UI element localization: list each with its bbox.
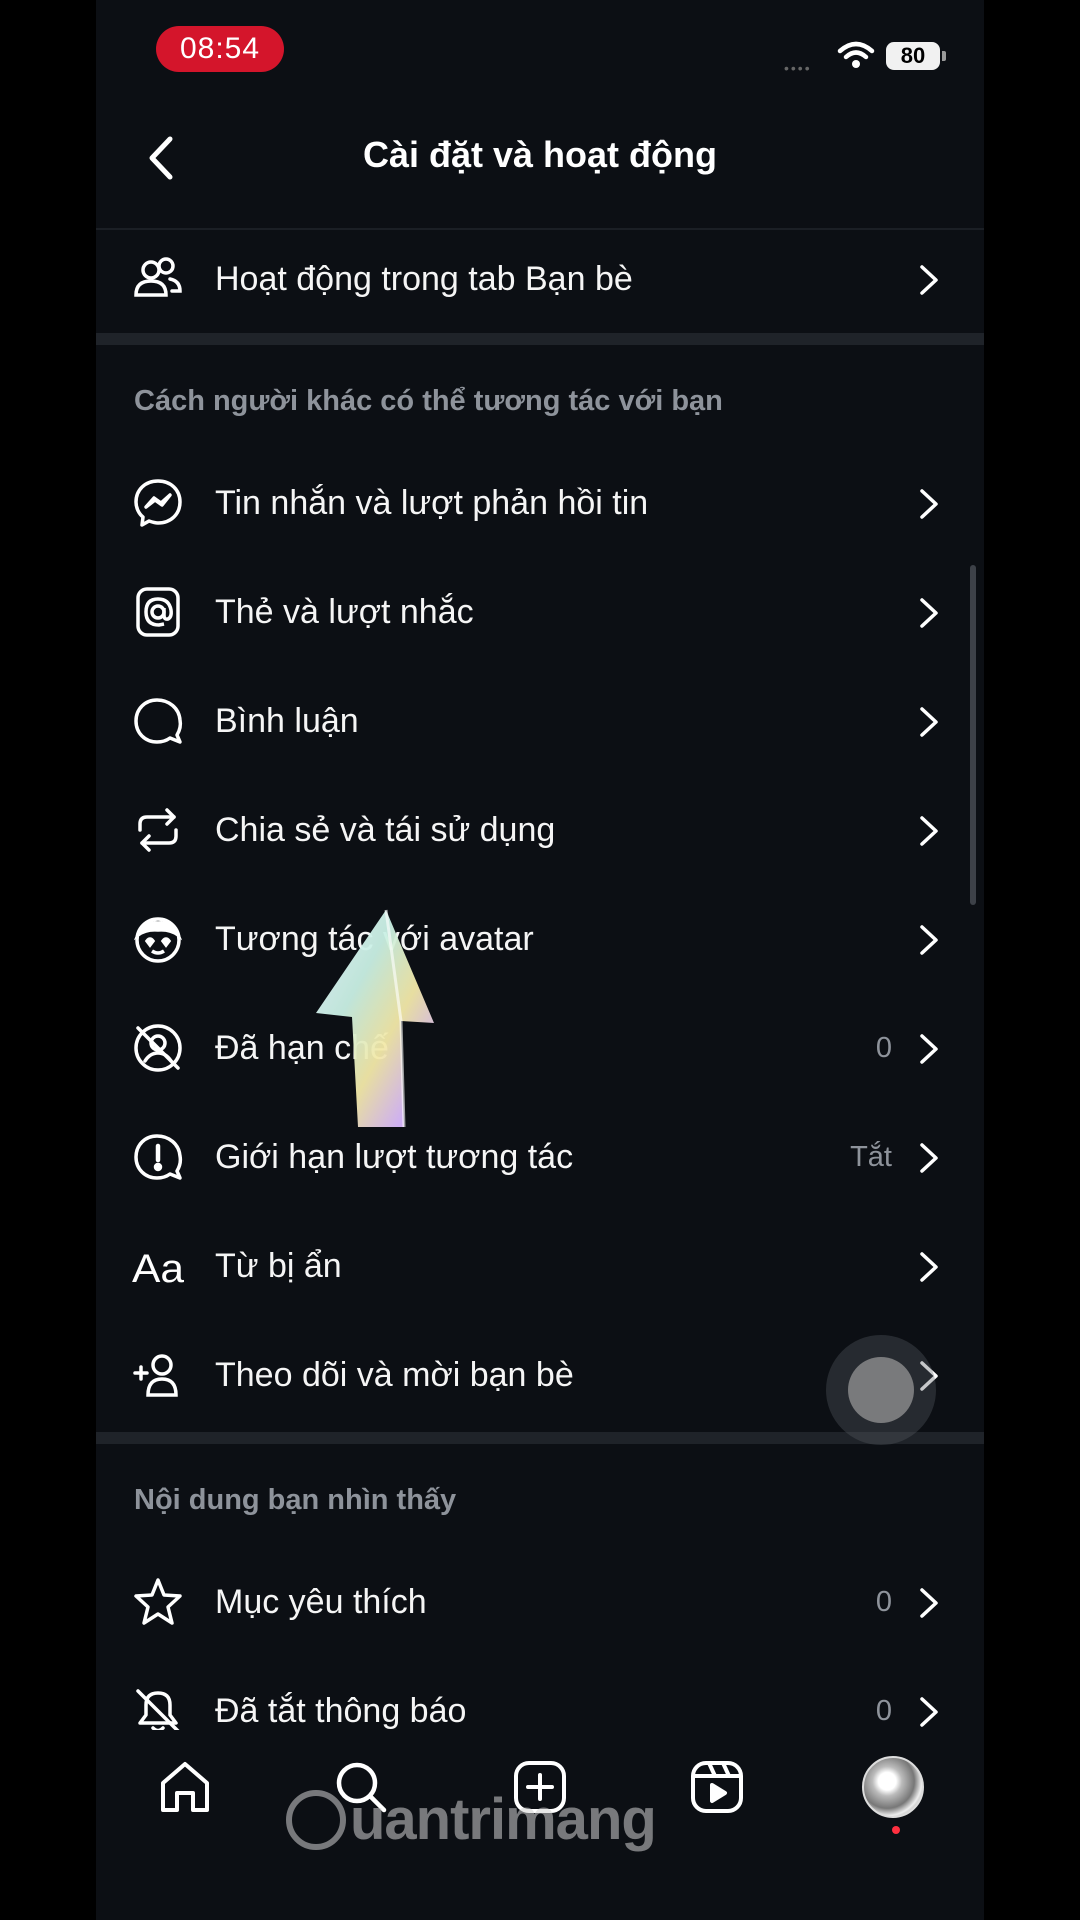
section-header-interactions: Cách người khác có thể tương tác với bạn bbox=[134, 385, 723, 417]
messenger-icon bbox=[132, 477, 184, 529]
add-friend-icon bbox=[132, 1349, 184, 1401]
chevron-right-icon bbox=[920, 265, 938, 295]
profile-avatar bbox=[862, 1756, 924, 1818]
mention-icon bbox=[132, 586, 184, 638]
home-tab[interactable] bbox=[153, 1755, 217, 1819]
menu-item-messages[interactable]: Tin nhắn và lượt phản hồi tin bbox=[96, 453, 984, 553]
chevron-right-icon bbox=[920, 489, 938, 519]
watermark-logo: uantrimang bbox=[286, 1786, 657, 1853]
muted-count: 0 bbox=[875, 1694, 892, 1727]
screen: 08:54 •••• 80 Cài đặt và hoạt động Hoạt … bbox=[96, 0, 984, 1920]
menu-item-label: Thẻ và lượt nhắc bbox=[215, 592, 474, 631]
bulb-icon bbox=[286, 1789, 346, 1850]
chevron-right-icon bbox=[920, 1034, 938, 1064]
chevron-right-icon bbox=[920, 1143, 938, 1173]
menu-item-friends-tab-activity[interactable]: Hoạt động trong tab Bạn bè bbox=[96, 229, 984, 329]
chevron-right-icon bbox=[920, 925, 938, 955]
menu-item-sharing[interactable]: Chia sẻ và tái sử dụng bbox=[96, 780, 984, 880]
restricted-count: 0 bbox=[875, 1031, 892, 1064]
section-divider bbox=[96, 333, 984, 345]
home-icon bbox=[161, 1762, 209, 1812]
page-title: Cài đặt và hoạt động bbox=[362, 134, 718, 175]
notification-dot bbox=[892, 1826, 900, 1834]
chevron-right-icon bbox=[920, 816, 938, 846]
favorites-count: 0 bbox=[875, 1585, 892, 1618]
chevron-right-icon bbox=[920, 1697, 938, 1727]
chevron-right-icon bbox=[920, 1588, 938, 1618]
menu-item-label: Chia sẻ và tái sử dụng bbox=[215, 810, 556, 849]
menu-item-label: Mục yêu thích bbox=[215, 1582, 427, 1621]
menu-item-label: Giới hạn lượt tương tác bbox=[215, 1137, 574, 1176]
repost-icon bbox=[132, 804, 184, 856]
section-header-content: Nội dung bạn nhìn thấy bbox=[134, 1484, 457, 1516]
pointer-arrow-overlay bbox=[286, 905, 436, 1130]
chevron-right-icon bbox=[920, 707, 938, 737]
menu-item-label: Từ bị ẩn bbox=[215, 1246, 342, 1285]
svg-text:Aa: Aa bbox=[132, 1247, 184, 1291]
limit-interactions-status: Tắt bbox=[850, 1140, 892, 1173]
limit-interactions-icon bbox=[132, 1131, 184, 1183]
menu-item-limit-interactions[interactable]: Giới hạn lượt tương tác Tắt bbox=[96, 1107, 984, 1207]
scrollbar[interactable] bbox=[970, 565, 976, 905]
menu-item-tags-mentions[interactable]: Thẻ và lượt nhắc bbox=[96, 562, 984, 662]
menu-item-label: Theo dõi và mời bạn bè bbox=[215, 1355, 574, 1394]
menu-item-hidden-words[interactable]: Aa Từ bị ẩn bbox=[96, 1216, 984, 1316]
wifi-icon bbox=[836, 40, 876, 70]
star-icon bbox=[132, 1576, 184, 1628]
menu-item-restricted[interactable]: Đã hạn chế 0 bbox=[96, 998, 984, 1098]
menu-item-label: Tin nhắn và lượt phản hồi tin bbox=[215, 483, 649, 522]
menu-item-label: Bình luận bbox=[215, 701, 359, 740]
menu-item-avatar-interactions[interactable]: Tương tác với avatar bbox=[96, 889, 984, 989]
touch-indicator bbox=[826, 1335, 936, 1445]
avatar-face-icon bbox=[132, 913, 184, 965]
battery-indicator: 80 bbox=[886, 42, 946, 70]
reels-tab[interactable] bbox=[685, 1755, 749, 1819]
menu-item-label: Đã tắt thông báo bbox=[215, 1691, 467, 1730]
comment-icon bbox=[132, 695, 184, 747]
profile-tab[interactable] bbox=[861, 1755, 925, 1819]
restricted-icon bbox=[132, 1022, 184, 1074]
cellular-signal-icon: •••• bbox=[784, 60, 812, 76]
chevron-right-icon bbox=[920, 598, 938, 628]
chevron-right-icon bbox=[920, 1252, 938, 1282]
friends-icon bbox=[132, 253, 184, 305]
menu-item-comments[interactable]: Bình luận bbox=[96, 671, 984, 771]
menu-item-favorites[interactable]: Mục yêu thích 0 bbox=[96, 1552, 984, 1652]
menu-item-label: Hoạt động trong tab Bạn bè bbox=[215, 259, 633, 298]
watermark-text: uantrimang bbox=[350, 1787, 657, 1852]
hidden-words-icon: Aa bbox=[132, 1240, 184, 1292]
reels-icon bbox=[691, 1761, 743, 1813]
status-time: 08:54 bbox=[156, 26, 284, 72]
